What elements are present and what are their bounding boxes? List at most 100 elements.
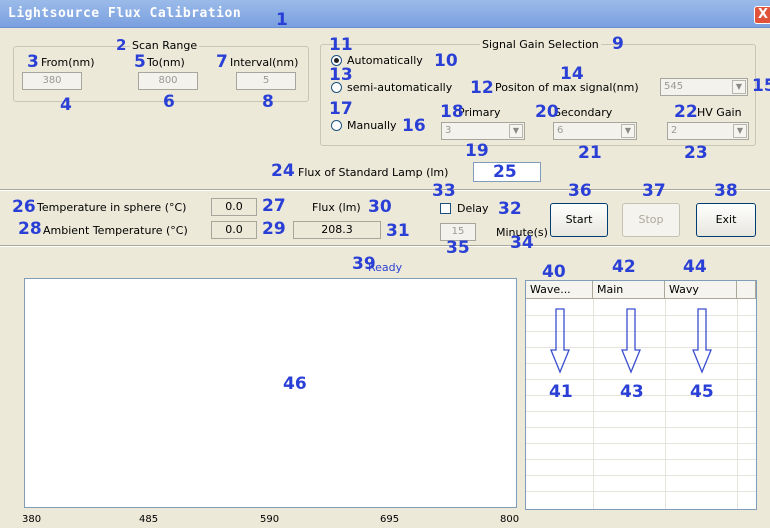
marker-14: 14 bbox=[560, 64, 584, 84]
manual-radio[interactable] bbox=[331, 120, 342, 131]
signal-gain-title: Signal Gain Selection bbox=[480, 38, 601, 51]
marker-10: 10 bbox=[434, 51, 458, 71]
marker-28: 28 bbox=[18, 219, 42, 239]
marker-13: 13 bbox=[329, 65, 353, 85]
marker-12: 12 bbox=[470, 78, 494, 98]
marker-42: 42 bbox=[612, 257, 636, 277]
manual-label: Manually bbox=[347, 119, 397, 132]
marker-17: 17 bbox=[329, 99, 353, 119]
marker-2: 2 bbox=[116, 36, 127, 54]
std-lamp-label: Flux of Standard Lamp (lm) bbox=[298, 166, 449, 179]
marker-39: 39 bbox=[352, 254, 376, 274]
x-tick-label: 590 bbox=[260, 514, 280, 525]
exit-button[interactable]: Exit bbox=[696, 203, 756, 237]
primary-combo[interactable]: 3 ▼ bbox=[441, 122, 525, 140]
marker-9: 9 bbox=[612, 34, 624, 54]
column-header-blank bbox=[737, 281, 756, 299]
from-label: From(nm) bbox=[41, 56, 95, 69]
marker-29: 29 bbox=[262, 219, 286, 239]
max-signal-combo[interactable]: 545 ▼ bbox=[660, 78, 748, 96]
automatic-label: Automatically bbox=[347, 54, 423, 67]
primary-label: Primary bbox=[458, 106, 501, 119]
down-arrow-icon bbox=[621, 308, 641, 374]
semi-automatic-label: semi-automatically bbox=[347, 81, 453, 94]
marker-44: 44 bbox=[683, 257, 707, 277]
marker-24: 24 bbox=[271, 161, 295, 181]
marker-36: 36 bbox=[568, 181, 592, 201]
to-input[interactable]: 800 bbox=[138, 72, 198, 90]
secondary-label: Secondary bbox=[554, 106, 613, 119]
marker-23: 23 bbox=[684, 143, 708, 163]
scan-range-title: Scan Range bbox=[130, 39, 200, 52]
x-tick-label: 800 bbox=[500, 514, 520, 525]
marker-35: 35 bbox=[446, 238, 470, 258]
marker-22: 22 bbox=[674, 102, 698, 122]
marker-46: 46 bbox=[283, 374, 307, 394]
marker-33: 33 bbox=[432, 181, 456, 201]
down-arrow-icon bbox=[692, 308, 712, 374]
hv-gain-combo[interactable]: 2 ▼ bbox=[667, 122, 749, 140]
delay-label: Delay bbox=[457, 202, 489, 215]
max-signal-value: 545 bbox=[664, 81, 684, 92]
start-button[interactable]: Start bbox=[550, 203, 608, 237]
marker-20: 20 bbox=[535, 102, 559, 122]
stop-button[interactable]: Stop bbox=[622, 203, 680, 237]
marker-1: 1 bbox=[276, 10, 288, 30]
marker-5: 5 bbox=[134, 52, 146, 72]
grid-line bbox=[526, 491, 756, 492]
grid-line bbox=[526, 411, 756, 412]
grid-line bbox=[526, 427, 756, 428]
delay-checkbox[interactable] bbox=[440, 203, 451, 214]
marker-38: 38 bbox=[714, 181, 738, 201]
marker-27: 27 bbox=[262, 196, 286, 216]
column-header-wavy[interactable]: Wavy bbox=[665, 281, 737, 299]
temp-sphere-label: Temperature in sphere (°C) bbox=[37, 201, 187, 214]
x-tick-label: 485 bbox=[139, 514, 159, 525]
marker-25: 25 bbox=[493, 162, 517, 182]
ambient-value: 0.0 bbox=[211, 221, 257, 239]
marker-6: 6 bbox=[163, 92, 175, 112]
column-header-wave[interactable]: Wave... bbox=[526, 281, 593, 299]
column-header-main[interactable]: Main bbox=[593, 281, 665, 299]
down-arrow-icon bbox=[550, 308, 570, 374]
marker-37: 37 bbox=[642, 181, 666, 201]
marker-31: 31 bbox=[386, 221, 410, 241]
marker-40: 40 bbox=[542, 262, 566, 282]
temp-sphere-value: 0.0 bbox=[211, 198, 257, 216]
marker-7: 7 bbox=[216, 52, 228, 72]
marker-30: 30 bbox=[368, 197, 392, 217]
primary-value: 3 bbox=[445, 125, 452, 136]
chevron-down-icon: ▼ bbox=[732, 80, 746, 94]
marker-18: 18 bbox=[440, 102, 464, 122]
hv-gain-value: 2 bbox=[671, 125, 678, 136]
spectrum-plot[interactable] bbox=[24, 278, 517, 508]
marker-21: 21 bbox=[578, 143, 602, 163]
interval-input[interactable]: 5 bbox=[236, 72, 296, 90]
ambient-label: Ambient Temperature (°C) bbox=[43, 224, 188, 237]
secondary-combo[interactable]: 6 ▼ bbox=[553, 122, 637, 140]
marker-3: 3 bbox=[27, 52, 39, 72]
marker-16: 16 bbox=[402, 116, 426, 136]
marker-11: 11 bbox=[329, 35, 353, 55]
marker-8: 8 bbox=[262, 92, 274, 112]
marker-43: 43 bbox=[620, 382, 644, 402]
grid-line bbox=[526, 475, 756, 476]
to-label: To(nm) bbox=[147, 56, 185, 69]
divider-bottom bbox=[0, 245, 770, 247]
marker-4: 4 bbox=[60, 95, 72, 115]
marker-19: 19 bbox=[465, 141, 489, 161]
close-button[interactable]: X bbox=[754, 6, 770, 24]
marker-34: 34 bbox=[510, 233, 534, 253]
marker-32: 32 bbox=[498, 199, 522, 219]
grid-line bbox=[526, 379, 756, 380]
x-tick-label: 380 bbox=[22, 514, 42, 525]
window-title: Lightsource Flux Calibration bbox=[8, 6, 242, 21]
marker-45: 45 bbox=[690, 382, 714, 402]
interval-label: Interval(nm) bbox=[230, 56, 299, 69]
grid-line bbox=[526, 443, 756, 444]
chevron-down-icon: ▼ bbox=[621, 124, 635, 138]
chevron-down-icon: ▼ bbox=[733, 124, 747, 138]
marker-15: 15 bbox=[752, 76, 770, 96]
flux-value: 208.3 bbox=[293, 221, 381, 239]
from-input[interactable]: 380 bbox=[22, 72, 82, 90]
